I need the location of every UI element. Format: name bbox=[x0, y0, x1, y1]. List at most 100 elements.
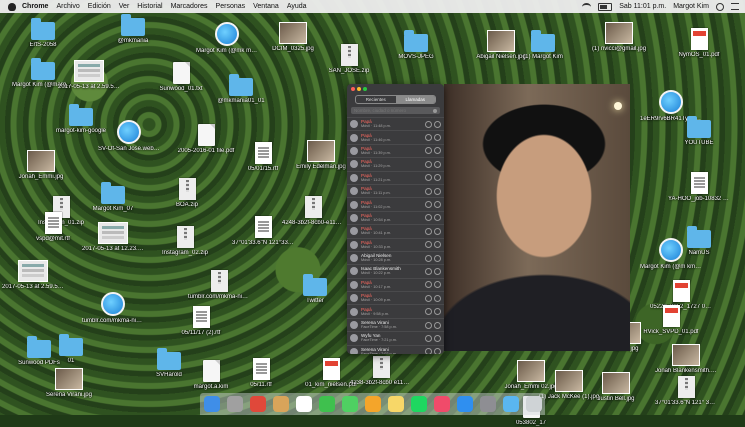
desktop-icon[interactable]: Jonah_Emmi.jpg bbox=[10, 150, 72, 181]
messages-icon[interactable] bbox=[341, 396, 358, 412]
info-icon[interactable] bbox=[434, 147, 441, 155]
calendar-icon[interactable] bbox=[295, 396, 312, 412]
info-icon[interactable] bbox=[434, 160, 441, 168]
call-row[interactable]: Serena Virani FaceTime · 7:02 p.m. bbox=[347, 344, 444, 354]
spotify-icon[interactable] bbox=[410, 396, 427, 412]
info-icon[interactable] bbox=[434, 294, 441, 302]
music-icon[interactable] bbox=[433, 396, 450, 412]
phone-icon[interactable] bbox=[425, 174, 432, 182]
desktop-icon[interactable]: 05/11.rtf bbox=[230, 358, 292, 389]
desktop-icon[interactable]: Margot Kim (@m kmania01) _ Twitter.weblo… bbox=[640, 238, 702, 271]
spotlight-search-icon[interactable] bbox=[716, 2, 724, 11]
info-icon[interactable] bbox=[434, 348, 441, 354]
phone-icon[interactable] bbox=[425, 294, 432, 302]
desktop-icon[interactable]: ErtS-2058 bbox=[12, 18, 74, 49]
phone-icon[interactable] bbox=[425, 334, 432, 342]
call-row[interactable]: Papá Móvil · 10:54 p.m. bbox=[347, 210, 444, 224]
phone-icon[interactable] bbox=[425, 348, 432, 354]
phone-icon[interactable] bbox=[425, 120, 432, 128]
menu-user[interactable]: Margot Kim bbox=[673, 3, 709, 10]
minimize-button[interactable] bbox=[357, 87, 361, 91]
desktop-icon[interactable]: (1) nvicci@gmail.jpg bbox=[588, 22, 650, 53]
desktop-icon[interactable]: Margot Kim (@mk mania01) _ Twitt er.webl… bbox=[196, 22, 258, 55]
phone-icon[interactable] bbox=[425, 267, 432, 275]
desktop-icon[interactable]: 2017-05-13 at 12.23.18 PM.png bbox=[82, 222, 144, 253]
call-row[interactable]: Papá Móvil · 10:41 p.m. bbox=[347, 224, 444, 237]
tab-recientes[interactable]: Recientes bbox=[356, 96, 396, 103]
desktop-icon[interactable]: tumblr.com/mkma-nia01/06/23/old-89 aold.… bbox=[82, 292, 144, 325]
finder-icon[interactable] bbox=[203, 396, 220, 412]
phone-icon[interactable] bbox=[425, 241, 432, 249]
phone-icon[interactable] bbox=[425, 187, 432, 195]
call-row[interactable]: Papá Móvil · 11:29 p.m. bbox=[347, 157, 444, 170]
info-icon[interactable] bbox=[434, 281, 441, 289]
phone-search-input[interactable] bbox=[354, 108, 433, 113]
tab-llamadas[interactable]: Llamadas bbox=[395, 96, 435, 103]
wifi-icon[interactable] bbox=[582, 2, 592, 11]
menu-archivo[interactable]: Archivo bbox=[56, 3, 79, 10]
info-icon[interactable] bbox=[434, 254, 441, 262]
desktop-icon[interactable]: Sunwood PDFs bbox=[8, 336, 70, 367]
desktop-icon[interactable]: @mkmania01_01 bbox=[210, 74, 272, 105]
call-row[interactable]: Papá Móvil · 11:02 p.m. bbox=[347, 197, 444, 210]
menu-marcadores[interactable]: Marcadores bbox=[171, 3, 208, 10]
info-icon[interactable] bbox=[434, 334, 441, 342]
call-row[interactable]: Papá Móvil · 11:39 p.m. bbox=[347, 143, 444, 157]
close-button[interactable] bbox=[351, 87, 355, 91]
trash-icon[interactable] bbox=[525, 396, 542, 412]
desktop-icon[interactable]: 2017-05-13 at 2.59.54 PM.png bbox=[58, 60, 120, 91]
call-row[interactable]: Papá Móvil · 9:58 p.m. bbox=[347, 304, 444, 317]
menu-clock[interactable]: Sab 11:01 p.m. bbox=[619, 3, 666, 10]
desktop-icon[interactable]: Instagram_02.zip bbox=[154, 226, 216, 257]
desktop-icon[interactable]: YA-HOO_job-10832 342f123889 1.rtf bbox=[668, 172, 730, 203]
phone-icon[interactable] bbox=[425, 254, 432, 262]
chrome-icon[interactable] bbox=[249, 396, 266, 412]
zoom-button[interactable] bbox=[363, 87, 367, 91]
desktop-icon[interactable]: Twitter bbox=[284, 274, 346, 305]
phone-icon[interactable] bbox=[425, 160, 432, 168]
menu-historial[interactable]: Historial bbox=[137, 3, 162, 10]
desktop-icon[interactable]: 2017-05-13 at 2.59.54 PM.png bbox=[2, 260, 64, 291]
desktop-icon[interactable]: 05/01/15.rtf bbox=[232, 142, 294, 173]
menu-personas[interactable]: Personas bbox=[216, 3, 246, 10]
info-icon[interactable] bbox=[434, 120, 441, 128]
call-row[interactable]: Papá Móvil · 11:48 p.m. bbox=[347, 117, 444, 130]
apple-icon[interactable] bbox=[8, 2, 16, 11]
desktop-icon[interactable]: 05/11/17 (2).rtf bbox=[170, 306, 232, 337]
desktop-icon[interactable]: tumblr.com/mkma-nia01/06/23/old-8bcd.zip bbox=[188, 270, 250, 301]
menu-ventana[interactable]: Ventana bbox=[253, 3, 279, 10]
menu-app-name[interactable]: Chrome bbox=[22, 3, 48, 10]
phone-icon[interactable] bbox=[425, 227, 432, 235]
facetime-icon[interactable] bbox=[318, 396, 335, 412]
call-row[interactable]: Papá Móvil · 10:33 p.m. bbox=[347, 237, 444, 251]
menu-ayuda[interactable]: Ayuda bbox=[287, 3, 307, 10]
info-icon[interactable] bbox=[434, 267, 441, 275]
phone-icon[interactable] bbox=[425, 321, 432, 329]
call-row[interactable]: Serena Virani FaceTime · 7:58 p.m. bbox=[347, 317, 444, 331]
desktop-icon[interactable]: Justin Bell.jpg bbox=[585, 372, 647, 403]
desktop-icon[interactable]: YOUTUBE bbox=[668, 116, 730, 147]
call-row[interactable]: Papá Móvil · 10:09 p.m. bbox=[347, 291, 444, 304]
call-row[interactable]: Papá Móvil · 11:46 p.m. bbox=[347, 130, 444, 143]
desktop-icon[interactable]: SV-Of-San Jose.webloc bbox=[98, 120, 160, 153]
files-icon[interactable] bbox=[272, 396, 289, 412]
photos-icon[interactable] bbox=[364, 396, 381, 412]
desktop-icon[interactable]: Margot Kim_07 bbox=[82, 182, 144, 213]
info-icon[interactable] bbox=[434, 241, 441, 249]
downloads-icon[interactable] bbox=[502, 396, 519, 412]
desktop-icon[interactable]: Serena Virani.jpg bbox=[38, 368, 100, 399]
preferences-icon[interactable] bbox=[479, 396, 496, 412]
appstore-icon[interactable] bbox=[456, 396, 473, 412]
desktop-icon[interactable]: Emily Edelman.jpg bbox=[290, 140, 352, 171]
launchpad-icon[interactable] bbox=[226, 396, 243, 412]
desktop-icon[interactable]: Sunwood_01.txt bbox=[150, 62, 212, 93]
call-row[interactable]: Papá Móvil · 10:17 p.m. bbox=[347, 277, 444, 291]
info-icon[interactable] bbox=[434, 308, 441, 316]
desktop-icon[interactable]: Jonah Blankensmith.jpg bbox=[655, 344, 717, 375]
phone-icon[interactable] bbox=[425, 201, 432, 209]
desktop-icon[interactable]: 4238-3b2f-8cb0 e11348ea430 bbox=[350, 356, 412, 387]
desktop-icon[interactable]: @mkmania bbox=[102, 14, 164, 45]
clear-icon[interactable] bbox=[433, 108, 437, 113]
phone-icon[interactable] bbox=[425, 308, 432, 316]
call-row[interactable]: Wyfu Yan FaceTime · 7:21 p.m. bbox=[347, 331, 444, 344]
